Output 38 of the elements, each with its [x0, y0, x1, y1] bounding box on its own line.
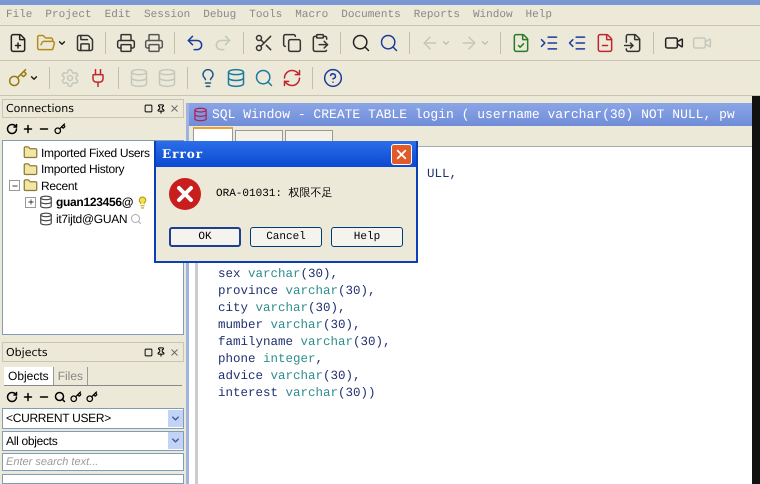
menu-item[interactable]: File [6, 9, 32, 21]
menu-item[interactable]: Edit [104, 9, 132, 21]
dialog-title: Error [162, 147, 204, 161]
code-line: phone integer, [218, 351, 324, 368]
tree-item[interactable]: Imported Fixed Users [41, 146, 150, 160]
code-line: province varchar(30), [218, 283, 377, 300]
menu-item[interactable]: Reports [414, 9, 460, 21]
menu-item[interactable]: Macro [295, 9, 328, 21]
code-line: sex varchar(30), [218, 266, 340, 283]
menu-item[interactable]: Window [472, 9, 513, 21]
code-line: mumber varchar(30), [218, 317, 362, 334]
error-message: ORA-01031: 权限不足 [216, 186, 333, 202]
window-title: SQL Window - CREATE TABLE login ( username varchar(30) NOT NULL, pw [212, 107, 735, 122]
tab[interactable]: Objects [4, 366, 54, 385]
menu-item[interactable]: Session [144, 9, 190, 21]
tab[interactable]: Files [54, 366, 88, 385]
panel-title: Connections [6, 102, 74, 116]
dialog-button[interactable]: Help [331, 227, 403, 247]
user-select[interactable]: <CURRENT USER> [2, 408, 184, 429]
menu-item[interactable]: Help [526, 9, 552, 21]
tree-item[interactable]: guan123456@ [56, 195, 134, 210]
tree-item[interactable]: Recent [41, 178, 78, 193]
tree-item[interactable]: it7ijtd@GUAN [56, 212, 128, 226]
search-field[interactable]: Enter search text... [2, 452, 184, 472]
code-line: interest varchar(30)) [218, 385, 377, 402]
menu-item[interactable]: Tools [249, 9, 282, 21]
dialog-button[interactable]: Cancel [250, 227, 322, 247]
dialog-button[interactable]: OK [169, 227, 241, 247]
code-line: familyname varchar(30), [218, 334, 392, 351]
menu-item[interactable]: Project [45, 9, 92, 21]
code-line: advice varchar(30), [218, 368, 362, 385]
code-line: ULL, [426, 167, 458, 183]
tree-item[interactable]: Imported History [41, 162, 124, 176]
code-line: city varchar(30), [218, 300, 347, 317]
menu-item[interactable]: Debug [203, 9, 236, 21]
menu-item[interactable]: Documents [341, 9, 401, 21]
panel-title: Objects [6, 346, 48, 359]
type-select[interactable]: All objects [2, 430, 184, 451]
